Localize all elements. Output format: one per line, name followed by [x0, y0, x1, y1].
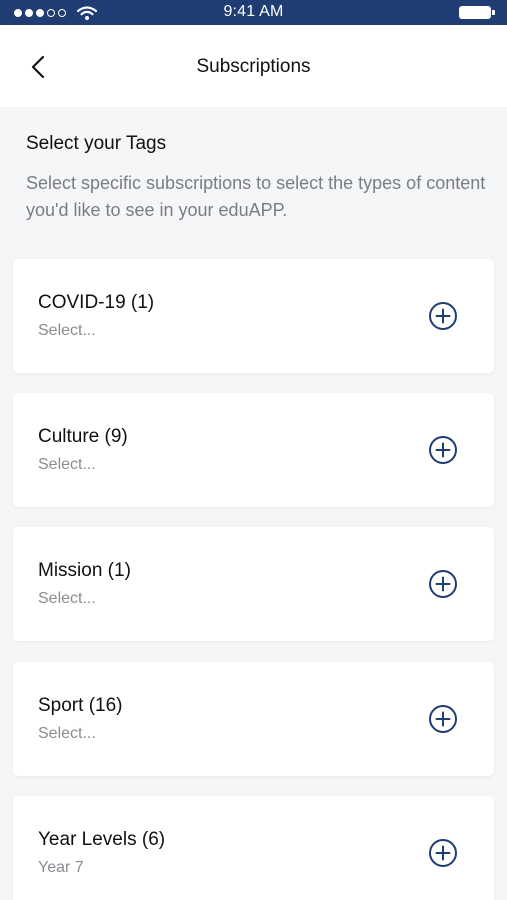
tag-card-sport[interactable]: Sport (16) Select... [13, 662, 494, 776]
add-circle-icon[interactable] [428, 569, 458, 599]
tag-selection: Year 7 [38, 859, 84, 876]
page-title: Subscriptions [196, 56, 311, 77]
status-time: 9:41 AM [223, 3, 284, 20]
status-bar: 9:41 AM [0, 0, 507, 25]
tag-card-culture[interactable]: Culture (9) Select... [13, 393, 494, 507]
tag-label: Mission (1) [38, 560, 131, 581]
battery-icon [459, 6, 495, 19]
tag-label: Year Levels (6) [38, 829, 166, 850]
section-title: Select your Tags [26, 133, 167, 154]
tag-selection: Select... [38, 725, 96, 742]
tag-selection: Select... [38, 456, 96, 473]
tag-label: Culture (9) [38, 426, 128, 447]
tag-label: COVID-19 (1) [38, 292, 155, 313]
navigation-bar: Subscriptions [0, 25, 507, 107]
tag-card-covid-19[interactable]: COVID-19 (1) Select... [13, 259, 494, 373]
tag-selection: Select... [38, 322, 96, 339]
tag-selection: Select... [38, 590, 96, 607]
add-circle-icon[interactable] [428, 838, 458, 868]
tag-card-year-levels[interactable]: Year Levels (6) Year 7 [13, 796, 494, 900]
add-circle-icon[interactable] [428, 435, 458, 465]
tag-label: Sport (16) [38, 695, 123, 716]
tag-card-mission[interactable]: Mission (1) Select... [13, 527, 494, 641]
add-circle-icon[interactable] [428, 301, 458, 331]
add-circle-icon[interactable] [428, 704, 458, 734]
section-description: Select specific subscriptions to select … [26, 173, 486, 220]
